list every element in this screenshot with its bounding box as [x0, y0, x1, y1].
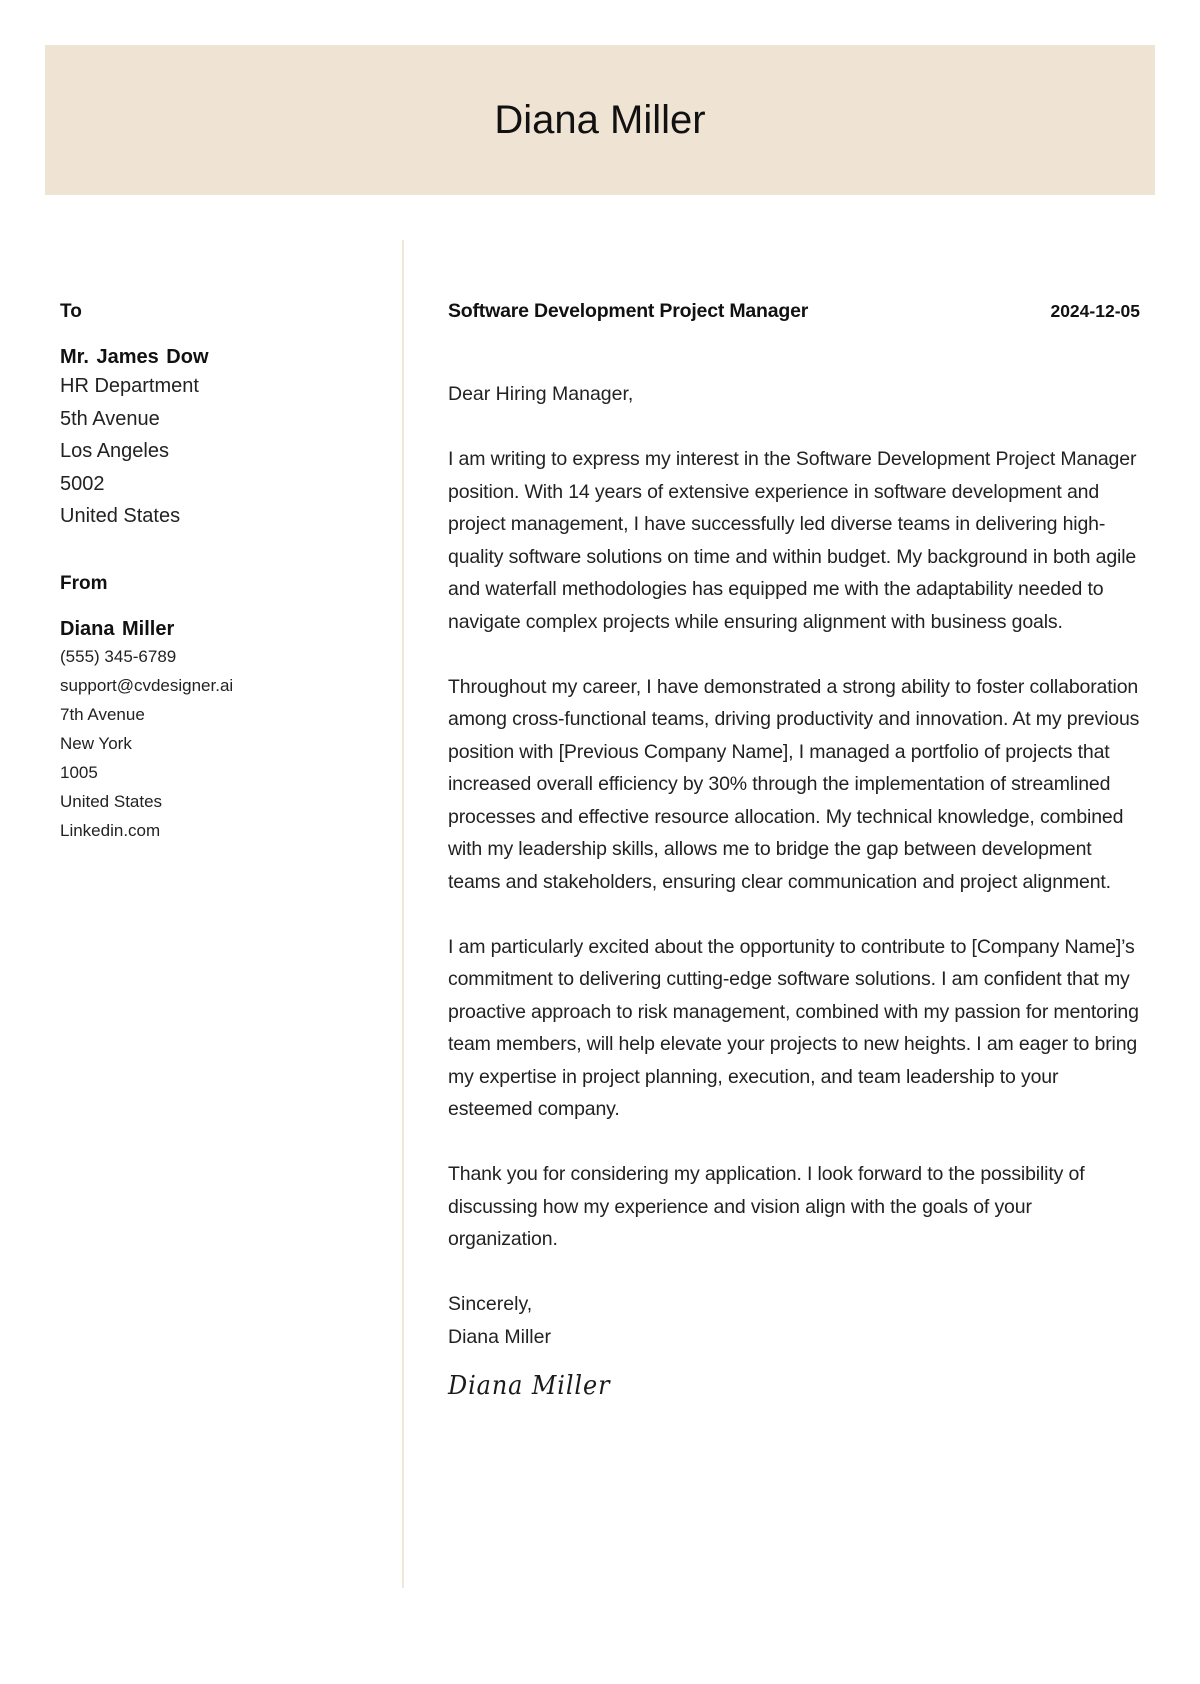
- recipient-country: United States: [60, 505, 181, 527]
- sender-country: United States: [60, 792, 163, 811]
- letter-title-row: Software Development Project Manager 202…: [448, 300, 1140, 332]
- recipient-name: Mr. James Dow: [60, 346, 209, 368]
- column-divider: [402, 240, 404, 1588]
- sender-name: Diana Miller: [60, 618, 175, 640]
- body-paragraph: I am writing to express my interest in t…: [448, 448, 1137, 633]
- body-paragraph: Thank you for considering my application…: [448, 1163, 1085, 1250]
- header-banner: Diana Miller: [45, 45, 1155, 195]
- salutation: Dear Hiring Manager,: [448, 383, 634, 405]
- closing-phrase: Sincerely,: [448, 1293, 533, 1315]
- handwritten-signature: Diana Miller: [448, 1371, 611, 1401]
- applicant-name: Diana Miller: [494, 97, 706, 142]
- sender-city: New York: [60, 734, 132, 753]
- sender-phone: (555) 345-6789: [60, 647, 177, 666]
- sender-website: Linkedin.com: [60, 821, 161, 840]
- body-paragraph: I am particularly excited about the oppo…: [448, 935, 1139, 1121]
- recipient-city: Los Angeles: [60, 440, 169, 462]
- sender-street: 7th Avenue: [60, 705, 145, 724]
- recipient-street: 5th Avenue: [60, 407, 160, 430]
- sender-email: support@cvdesigner.ai: [60, 676, 234, 695]
- to-label: To: [60, 301, 82, 322]
- sender-postal-code: 1005: [60, 763, 98, 782]
- letter-body: Software Development Project Manager 202…: [448, 300, 1140, 1401]
- body-paragraph: Throughout my career, I have demonstrate…: [448, 675, 1140, 893]
- recipient-block: To Mr. James Dow HR Department 5th Avenu…: [60, 300, 380, 533]
- recipient-postal-code: 5002: [60, 472, 105, 495]
- sender-block: From Diana Miller (555) 345-6789 support…: [60, 572, 380, 845]
- from-label: From: [60, 573, 108, 594]
- closing-name: Diana Miller: [448, 1325, 551, 1348]
- letter-date: 2024-12-05: [1050, 301, 1140, 321]
- recipient-department: HR Department: [60, 375, 199, 397]
- job-title: Software Development Project Manager: [448, 300, 809, 322]
